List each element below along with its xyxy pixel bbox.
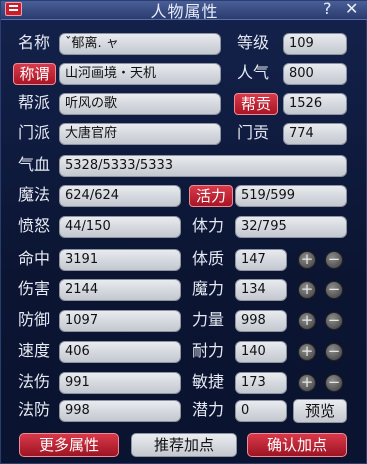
stamina-field: 32/795 [235, 216, 347, 238]
rage-field: 44/150 [59, 216, 181, 238]
popularity-label: 人气 [237, 63, 270, 82]
agility-minus-button[interactable]: − [325, 374, 343, 392]
magic-plus-button[interactable]: + [298, 281, 316, 299]
strength-field: 998 [235, 310, 287, 332]
vitality-button[interactable]: 活力 [189, 185, 233, 207]
defense-field: 1097 [59, 310, 181, 332]
agility-plus-button[interactable]: + [298, 374, 316, 392]
accuracy-label: 命中 [18, 249, 51, 268]
damage-label: 伤害 [18, 279, 51, 298]
constitution-label: 体质 [192, 249, 225, 268]
agility-label: 敏捷 [192, 372, 225, 391]
school-label: 门派 [18, 123, 51, 142]
magic-minus-button[interactable]: − [325, 281, 343, 299]
strength-label: 力量 [192, 310, 225, 329]
constitution-plus-button[interactable]: + [298, 251, 316, 269]
potential-field: 0 [235, 400, 287, 422]
name-field: ˇ郁离. ャ [59, 33, 221, 55]
defense-label: 防御 [18, 310, 51, 329]
endurance-field: 140 [235, 341, 287, 363]
school-field: 大唐官府 [59, 123, 221, 145]
more-attributes-button[interactable]: 更多属性 [19, 433, 119, 457]
character-attributes-window: 人物属性 ? ✕ 名称 ˇ郁离. ャ 等级 109 称谓 山河画境・天机 人气 … [0, 0, 367, 464]
gang-label: 帮派 [18, 93, 51, 112]
magic-defense-label: 法防 [18, 400, 51, 419]
endurance-label: 耐力 [192, 341, 225, 360]
strength-plus-button[interactable]: + [298, 312, 316, 330]
name-label: 名称 [18, 33, 51, 52]
magic-damage-label: 法伤 [18, 372, 51, 391]
potential-label: 潜力 [192, 400, 225, 419]
window-title: 人物属性 [150, 2, 219, 21]
title-bar: 人物属性 ? ✕ [1, 0, 367, 21]
gang-field: 听风の歌 [59, 93, 221, 115]
vitality-field: 519/599 [235, 185, 347, 207]
magic-damage-field: 991 [59, 372, 181, 394]
title-button[interactable]: 称谓 [13, 63, 56, 85]
hp-field: 5328/5333/5333 [59, 155, 347, 177]
level-label: 等级 [237, 33, 270, 52]
magic-defense-field: 998 [59, 400, 181, 422]
magic-field: 134 [235, 279, 287, 301]
endurance-plus-button[interactable]: + [298, 343, 316, 361]
stamina-label: 体力 [192, 216, 225, 235]
endurance-minus-button[interactable]: − [325, 343, 343, 361]
constitution-minus-button[interactable]: − [325, 251, 343, 269]
speed-label: 速度 [18, 341, 51, 360]
level-field: 109 [283, 33, 347, 55]
agility-field: 173 [235, 372, 287, 394]
damage-field: 2144 [59, 279, 181, 301]
mp-label: 魔法 [18, 185, 51, 204]
title-field: 山河画境・天机 [59, 63, 221, 85]
speed-field: 406 [59, 341, 181, 363]
contribution-button[interactable]: 帮贡 [234, 93, 278, 115]
preview-button[interactable]: 预览 [293, 399, 347, 423]
hp-label: 气血 [18, 155, 51, 174]
recommend-points-button[interactable]: 推荐加点 [131, 433, 237, 457]
contribution-field: 1526 [283, 93, 347, 115]
popularity-field: 800 [283, 63, 347, 85]
magic-label: 魔力 [192, 279, 225, 298]
strength-minus-button[interactable]: − [325, 312, 343, 330]
help-icon[interactable]: ? [323, 0, 332, 18]
school-contribution-label: 门贡 [237, 123, 270, 142]
confirm-points-button[interactable]: 确认加点 [247, 433, 347, 457]
constitution-field: 147 [235, 249, 287, 271]
close-icon[interactable]: ✕ [345, 0, 358, 18]
mp-field: 624/624 [59, 185, 181, 207]
school-contribution-field: 774 [283, 123, 347, 145]
rage-label: 愤怒 [18, 216, 51, 235]
accuracy-field: 3191 [59, 249, 181, 271]
